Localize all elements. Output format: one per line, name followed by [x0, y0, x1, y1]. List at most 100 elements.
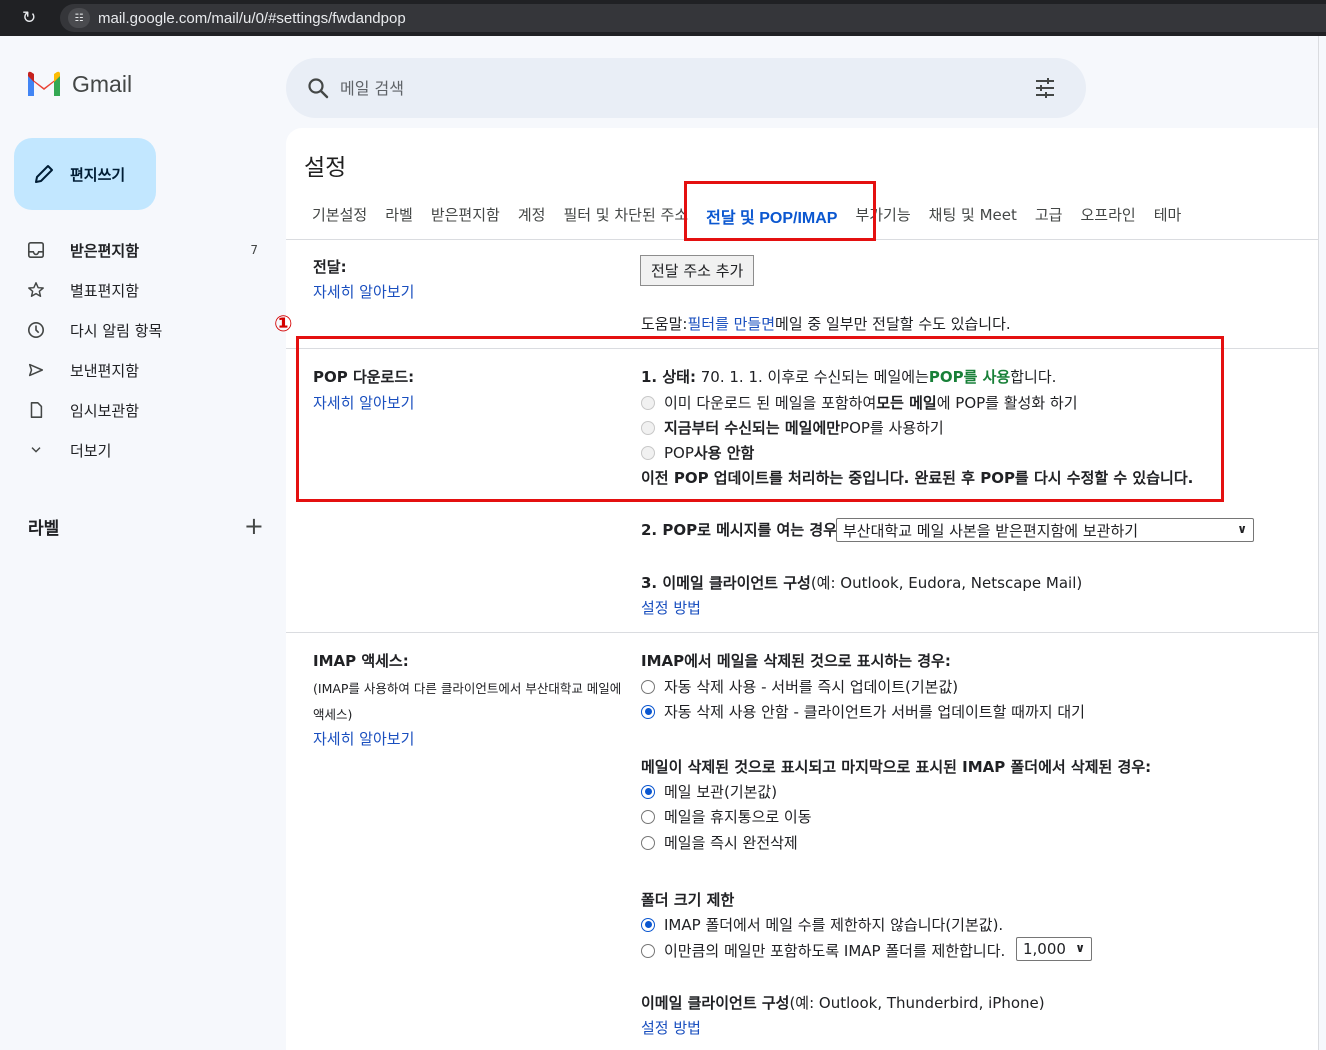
url-text: mail.google.com/mail/u/0/#settings/fwdan…: [98, 9, 406, 27]
send-icon: [26, 360, 46, 380]
help-prefix: 도움말:: [641, 315, 688, 333]
keep-mail-radio[interactable]: [641, 784, 655, 799]
gmail-logo[interactable]: Gmail: [26, 70, 132, 98]
imap-keep-mail[interactable]: 메일 보관(기본값): [641, 781, 777, 802]
pop-setup-link[interactable]: 설정 방법: [641, 597, 701, 618]
option-text: 자동 삭제 사용 안함 - 클라이언트가 서버를 업데이트할 때까지 대기: [664, 703, 1085, 721]
option-text: 이만큼의 메일만 포함하도록 IMAP 폴더를 제한합니다.: [664, 942, 1006, 960]
pop-client-config: 3. 이메일 클라이언트 구성 (예: Outlook, Eudora, Net…: [641, 572, 1082, 593]
sidebar-item-inbox[interactable]: 받은편지함 7: [14, 230, 266, 270]
add-forwarding-address-button[interactable]: 전달 주소 추가: [640, 255, 755, 286]
search-options-icon[interactable]: [1034, 77, 1056, 99]
client-example: (예: Outlook, Thunderbird, iPhone): [789, 994, 1045, 1012]
labels-title: 라벨: [28, 518, 60, 539]
gmail-wordmark: Gmail: [72, 70, 133, 97]
compose-label: 편지쓰기: [70, 165, 126, 184]
chevron-down-icon: [26, 440, 46, 460]
option-text: 자동 삭제 사용 - 서버를 즉시 업데이트(기본값): [664, 678, 959, 696]
add-label-icon[interactable]: +: [244, 512, 264, 540]
sidebar-item-label: 다시 알림 항목: [70, 321, 163, 340]
imap-auto-expunge-on[interactable]: 자동 삭제 사용 - 서버를 즉시 업데이트(기본값): [641, 676, 958, 697]
client-label: 3. 이메일 클라이언트 구성: [641, 574, 811, 592]
sidebar-item-label: 받은편지함: [70, 241, 140, 260]
option-text: 메일을 즉시 완전삭제: [664, 834, 798, 852]
tab-filters[interactable]: 필터 및 차단된 주소: [563, 204, 688, 228]
sidebar-item-label: 임시보관함: [70, 401, 140, 420]
client-example: (예: Outlook, Eudora, Netscape Mail): [810, 574, 1083, 592]
section-divider: [286, 632, 1318, 633]
search-input[interactable]: [340, 78, 1020, 98]
option-text: IMAP 폴더에서 메일 수를 제한하지 않습니다(기본값).: [664, 916, 1004, 934]
sidebar-item-label: 보낸편지함: [70, 361, 140, 380]
auto-expunge-on-radio[interactable]: [641, 679, 655, 694]
sidebar-item-label: 더보기: [70, 441, 112, 460]
limit-radio[interactable]: [641, 943, 655, 958]
sidebar-item-sent[interactable]: 보낸편지함: [14, 350, 266, 390]
labels-header: 라벨 +: [28, 512, 264, 540]
imap-desc-line1: (IMAP를 사용하여 다른 클라이언트에서 부산대학교 메일에: [313, 681, 622, 696]
imap-access-label: IMAP 액세스:: [313, 652, 409, 670]
address-bar[interactable]: ☷ mail.google.com/mail/u/0/#settings/fwd…: [60, 4, 1326, 32]
when-label: 2. POP로 메시지를 여는 경우: [641, 521, 837, 539]
tab-offline[interactable]: 오프라인: [1080, 204, 1135, 228]
tab-general[interactable]: 기본설정: [312, 204, 367, 228]
client-label: 이메일 클라이언트 구성: [641, 994, 790, 1012]
no-limit-radio[interactable]: [641, 917, 655, 932]
imap-learn-more-link[interactable]: 자세히 알아보기: [313, 728, 414, 749]
forwarding-label: 전달:: [313, 258, 347, 276]
create-filter-link[interactable]: 필터를 만들면: [687, 313, 775, 334]
gmail-m-icon: [28, 71, 60, 96]
sidebar-item-snoozed[interactable]: 다시 알림 항목: [14, 310, 266, 350]
pop-highlight-box: [296, 336, 1224, 502]
tab-chat-meet[interactable]: 채팅 및 Meet: [929, 204, 1017, 228]
folder-limit-title: 폴더 크기 제한: [641, 891, 735, 909]
option-text: 메일 보관(기본값): [664, 783, 778, 801]
tab-highlight-box: [684, 181, 876, 241]
sidebar-item-label: 별표편지함: [70, 281, 140, 300]
sidebar-item-starred[interactable]: 별표편지함: [14, 270, 266, 310]
sidebar-nav: 받은편지함 7 별표편지함 다시 알림 항목 보낸편지함 임시보관함 더보기: [14, 230, 266, 470]
selected-value: 부산대학교 메일 사본을 받은편지함에 보관하기: [843, 521, 1139, 540]
imap-expunge-title: 메일이 삭제된 것으로 표시되고 마지막으로 표시된 IMAP 폴더에서 삭제된…: [641, 758, 1152, 776]
pop-when-accessed: 2. POP로 메시지를 여는 경우: [641, 519, 837, 540]
chevron-down-icon: ∨: [1075, 941, 1085, 955]
imap-setup-link[interactable]: 설정 방법: [641, 1017, 701, 1038]
imap-delete-forever[interactable]: 메일을 즉시 완전삭제: [641, 832, 798, 853]
page-title: 설정: [304, 155, 347, 181]
tab-accounts[interactable]: 계정: [518, 204, 546, 228]
tab-advanced[interactable]: 고급: [1035, 204, 1063, 228]
scrollbar-track[interactable]: [1318, 36, 1326, 1050]
move-trash-radio[interactable]: [641, 809, 655, 824]
pop-action-select[interactable]: 부산대학교 메일 사본을 받은편지함에 보관하기 ∨: [836, 518, 1254, 542]
folder-limit[interactable]: 이만큼의 메일만 포함하도록 IMAP 폴더를 제한합니다.: [641, 940, 1005, 961]
search-icon[interactable]: [306, 76, 330, 100]
site-info-icon[interactable]: ☷: [68, 8, 90, 28]
help-suffix: 메일 중 일부만 전달할 수도 있습니다.: [775, 315, 1011, 333]
tab-labels[interactable]: 라벨: [385, 204, 413, 228]
imap-deleted-title: IMAP에서 메일을 삭제된 것으로 표시하는 경우:: [641, 652, 951, 670]
reload-icon[interactable]: ↻: [22, 8, 38, 28]
clock-icon: [26, 320, 46, 340]
draft-icon: [26, 400, 46, 420]
selected-value: 1,000: [1023, 940, 1066, 958]
option-text: 메일을 휴지통으로 이동: [664, 808, 812, 826]
folder-no-limit[interactable]: IMAP 폴더에서 메일 수를 제한하지 않습니다(기본값).: [641, 914, 1003, 935]
compose-button[interactable]: 편지쓰기: [14, 138, 156, 210]
folder-limit-select[interactable]: 1,000 ∨: [1016, 937, 1092, 961]
imap-desc-line2: 액세스): [313, 707, 353, 722]
delete-forever-radio[interactable]: [641, 835, 655, 850]
tab-themes[interactable]: 테마: [1154, 204, 1182, 228]
tab-inbox[interactable]: 받은편지함: [431, 204, 500, 228]
browser-toolbar: ↻ ☷ mail.google.com/mail/u/0/#settings/f…: [0, 0, 1326, 36]
sidebar-item-more[interactable]: 더보기: [14, 430, 266, 470]
imap-move-trash[interactable]: 메일을 휴지통으로 이동: [641, 806, 812, 827]
sidebar-item-drafts[interactable]: 임시보관함: [14, 390, 266, 430]
auto-expunge-off-radio[interactable]: [641, 704, 655, 719]
forwarding-help-text: 도움말: 필터를 만들면 메일 중 일부만 전달할 수도 있습니다.: [641, 313, 1011, 334]
chevron-down-icon: ∨: [1237, 522, 1247, 536]
imap-auto-expunge-off[interactable]: 자동 삭제 사용 안함 - 클라이언트가 서버를 업데이트할 때까지 대기: [641, 701, 1085, 722]
unread-count: 7: [250, 243, 258, 257]
imap-client-config: 이메일 클라이언트 구성 (예: Outlook, Thunderbird, iP…: [641, 992, 1045, 1013]
pencil-icon: [35, 165, 53, 183]
forwarding-learn-more-link[interactable]: 자세히 알아보기: [313, 281, 414, 302]
